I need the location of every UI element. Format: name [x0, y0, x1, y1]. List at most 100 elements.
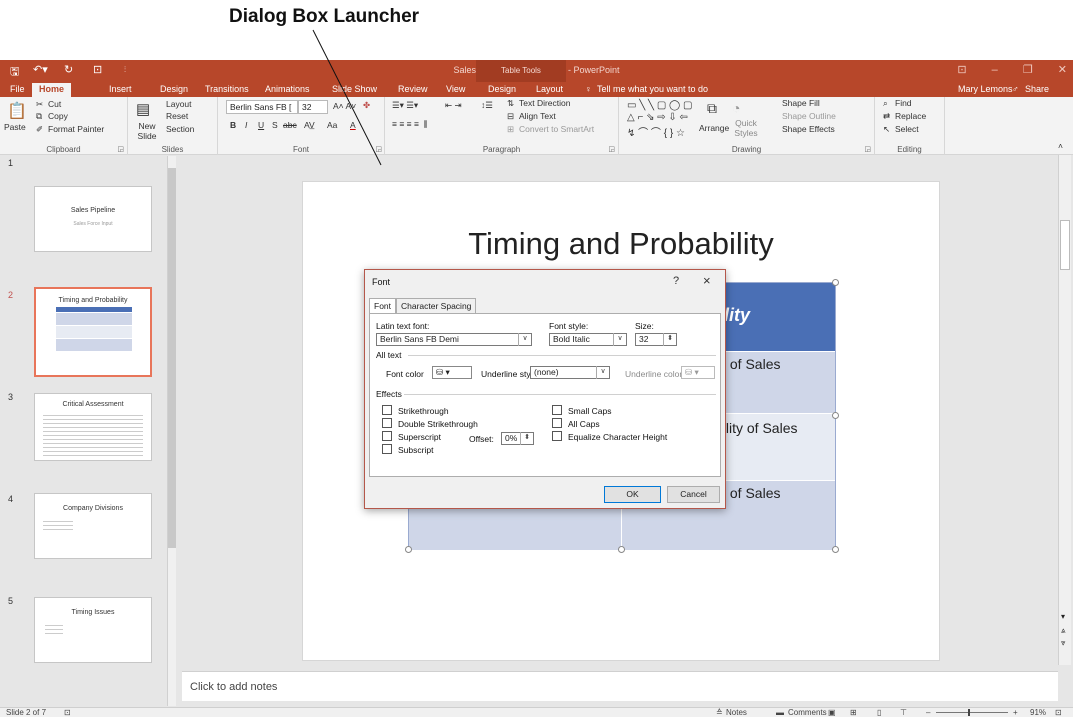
change-case-button[interactable]: Aa	[327, 120, 337, 130]
clear-format-icon[interactable]: ✤	[363, 100, 370, 111]
all-caps-checkbox[interactable]	[552, 418, 562, 428]
share-icon[interactable]: ♂	[1012, 84, 1019, 94]
slide-scroll-thumb[interactable]	[1060, 220, 1070, 270]
shape-fill-button[interactable]: Shape Fill	[782, 98, 820, 108]
user-name[interactable]: Mary Lemons	[958, 84, 1013, 94]
small-caps-checkbox[interactable]	[552, 405, 562, 415]
copy-button[interactable]: Copy	[48, 111, 68, 121]
font-style-select[interactable]: Bold Italic ∨	[549, 333, 627, 346]
section-button[interactable]: Section	[166, 124, 194, 134]
indent-icon[interactable]: ⇤ ⇥	[445, 100, 462, 111]
tab-slide-show[interactable]: Slide Show	[332, 84, 377, 94]
font-color-icon[interactable]: A	[350, 120, 356, 130]
zoom-slider-thumb[interactable]	[968, 709, 970, 716]
cut-icon[interactable]: ✂	[36, 99, 43, 110]
tab-design[interactable]: Design	[160, 84, 188, 94]
shadow-icon[interactable]: S	[272, 120, 278, 130]
tab-font[interactable]: Font	[369, 298, 397, 314]
underline-color-picker[interactable]: ⛁ ▾	[681, 366, 715, 379]
zoom-out-icon[interactable]: –	[926, 708, 930, 717]
shape-outline-button[interactable]: Shape Outline	[782, 111, 836, 121]
slide-thumbnail-5[interactable]: Timing Issues	[34, 597, 152, 663]
spinner-arrows-icon[interactable]: ⬍	[520, 432, 533, 445]
slide-scrollbar[interactable]: ▾ ⩓ ⩔	[1058, 155, 1071, 665]
new-slide-icon[interactable]: ▤	[136, 100, 150, 118]
paragraph-launcher-icon[interactable]: ◲	[608, 145, 615, 153]
cancel-button[interactable]: Cancel	[667, 486, 720, 503]
slideshow-view-icon[interactable]: ⊤	[900, 708, 907, 717]
tab-transitions[interactable]: Transitions	[205, 84, 249, 94]
font-name-box[interactable]: Berlin Sans FB [	[226, 100, 298, 114]
resize-handle[interactable]	[832, 279, 839, 286]
underline-icon[interactable]: U	[258, 120, 264, 130]
scroll-down-icon[interactable]: ▾	[1061, 612, 1065, 621]
slide-title[interactable]: Timing and Probability	[303, 226, 939, 262]
maximize-icon[interactable]: ❐	[1023, 64, 1033, 76]
arrange-button[interactable]: Arrange	[699, 123, 729, 133]
align-icons[interactable]: ≡ ≡ ≡ ≡ ⫼	[392, 119, 428, 130]
notes-icon[interactable]: ≙	[716, 708, 723, 717]
zoom-level[interactable]: 91%	[1030, 708, 1046, 717]
comments-button[interactable]: Comments	[788, 708, 827, 717]
smartart-icon[interactable]: ⊞	[507, 124, 514, 135]
line-spacing-icon[interactable]: ↕☰	[481, 100, 493, 111]
ok-button[interactable]: OK	[604, 486, 661, 503]
tab-view[interactable]: View	[446, 84, 465, 94]
arrange-icon[interactable]: ⧉	[707, 100, 717, 117]
select-button[interactable]: Select	[895, 124, 919, 134]
thumbnail-scroll-thumb[interactable]	[168, 168, 176, 548]
shapes-gallery[interactable]: ▭ ╲ ╲ ▢ ◯ ▢	[627, 100, 692, 111]
tab-table-design[interactable]: Design	[488, 84, 516, 94]
chevron-down-icon[interactable]: ∨	[596, 366, 609, 379]
spinner-arrows-icon[interactable]: ⬍	[663, 333, 676, 346]
equalize-height-checkbox[interactable]	[552, 431, 562, 441]
offset-spinner[interactable]: 0% ⬍	[501, 432, 534, 445]
tab-insert[interactable]: Insert	[109, 84, 132, 94]
zoom-in-icon[interactable]: +	[1013, 708, 1018, 717]
slide-sorter-icon[interactable]: ⊞	[850, 708, 857, 717]
double-strikethrough-checkbox[interactable]	[382, 418, 392, 428]
tab-table-layout[interactable]: Layout	[536, 84, 563, 94]
minimize-icon[interactable]: –	[992, 64, 998, 76]
char-spacing-icon[interactable]: AV̲	[304, 120, 315, 130]
copy-icon[interactable]: ⧉	[36, 111, 42, 122]
new-slide-button[interactable]: New Slide	[132, 121, 162, 141]
bold-icon[interactable]: B	[230, 120, 236, 130]
share-button[interactable]: Share	[1025, 84, 1049, 94]
tab-file[interactable]: File	[10, 84, 25, 94]
tab-animations[interactable]: Animations	[265, 84, 310, 94]
shape-effects-button[interactable]: Shape Effects	[782, 124, 835, 134]
resize-handle[interactable]	[832, 546, 839, 553]
resize-handle[interactable]	[618, 546, 625, 553]
next-slide-icon[interactable]: ⩔	[1061, 638, 1066, 648]
collapse-ribbon-icon[interactable]: ˄	[1058, 141, 1063, 151]
close-window-icon[interactable]: ✕	[1058, 64, 1067, 76]
italic-icon[interactable]: I	[245, 120, 247, 130]
fit-slide-icon[interactable]: ⊡	[1055, 708, 1062, 717]
drawing-launcher-icon[interactable]: ◲	[864, 145, 871, 153]
spell-check-icon[interactable]: ⊡	[64, 708, 71, 717]
tab-character-spacing[interactable]: Character Spacing	[396, 298, 477, 313]
bullets-icon[interactable]: ☰▾ ☰▾	[392, 100, 418, 111]
convert-smartart-button[interactable]: Convert to SmartArt	[519, 124, 594, 134]
help-button[interactable]: ?	[673, 275, 679, 287]
notes-button[interactable]: Notes	[726, 708, 747, 717]
subscript-checkbox[interactable]	[382, 444, 392, 454]
slide-thumbnail-3[interactable]: Critical Assessment	[34, 393, 152, 461]
align-text-button[interactable]: Align Text	[519, 111, 556, 121]
reading-view-icon[interactable]: ▯	[877, 708, 881, 717]
slide-thumbnail-2[interactable]: Timing and Probability	[34, 287, 152, 377]
cut-button[interactable]: Cut	[48, 99, 61, 109]
size-spinner[interactable]: 32 ⬍	[635, 333, 677, 346]
thumbnail-scrollbar[interactable]	[167, 156, 176, 706]
replace-icon[interactable]: ⇄	[883, 111, 890, 122]
ribbon-display-icon[interactable]: ⊡	[957, 64, 966, 76]
shapes-gallery-row2[interactable]: △ ⌐ ⇘ ⇨ ⇩ ⇦	[627, 112, 688, 123]
format-painter-icon[interactable]: ✐	[36, 124, 43, 135]
slide-thumbnail-4[interactable]: Company Divisions	[34, 493, 152, 559]
layout-button[interactable]: Layout	[166, 99, 192, 109]
paste-button[interactable]: Paste	[4, 122, 26, 132]
tab-review[interactable]: Review	[398, 84, 428, 94]
strikethrough-checkbox[interactable]	[382, 405, 392, 415]
font-size-box[interactable]: 32	[298, 100, 328, 114]
